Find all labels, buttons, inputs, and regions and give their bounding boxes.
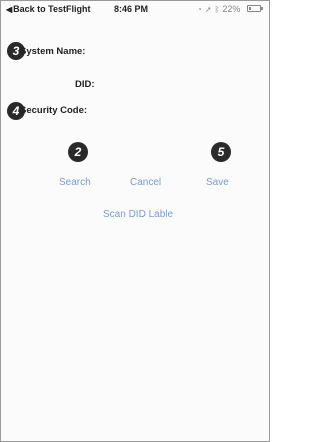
battery-tip [261, 7, 263, 10]
bluetooth-icon: ᛒ [214, 5, 220, 14]
back-to-testflight-label: Back to TestFlight [13, 4, 91, 14]
battery-fill [249, 7, 251, 10]
annotation-badge-2: 2 [68, 142, 88, 162]
back-arrow-icon: ◀ [6, 5, 13, 14]
status-bar: ◀Back to TestFlight 8:46 PM ◔ ➚ ᛒ 22% [1, 1, 269, 17]
security-code-label: Security Code: [20, 105, 88, 116]
did-label: DID: [75, 79, 95, 90]
back-to-testflight-link[interactable]: ◀Back to TestFlight [6, 4, 91, 14]
system-name-label: System Name: [20, 46, 86, 57]
cancel-button[interactable]: Cancel [130, 177, 161, 188]
phone-screen: ◀Back to TestFlight 8:46 PM ◔ ➚ ᛒ 22% 3 Sys… [0, 0, 270, 442]
status-indicators: ◔ ➚ ᛒ 22% [197, 4, 240, 14]
search-button[interactable]: Search [59, 177, 91, 188]
system-name-field[interactable] [109, 44, 263, 60]
battery-icon [247, 5, 261, 12]
alarm-icon: ◔ [197, 5, 202, 14]
security-code-field[interactable] [109, 103, 263, 119]
scan-did-label-button[interactable]: Scan DID Lable [103, 209, 173, 220]
save-button[interactable]: Save [206, 177, 229, 188]
did-field[interactable] [109, 77, 263, 93]
annotation-badge-5: 5 [211, 142, 231, 162]
location-icon: ➚ [204, 5, 212, 14]
status-time: 8:46 PM [114, 4, 149, 14]
battery-percent: 22% [222, 4, 241, 14]
